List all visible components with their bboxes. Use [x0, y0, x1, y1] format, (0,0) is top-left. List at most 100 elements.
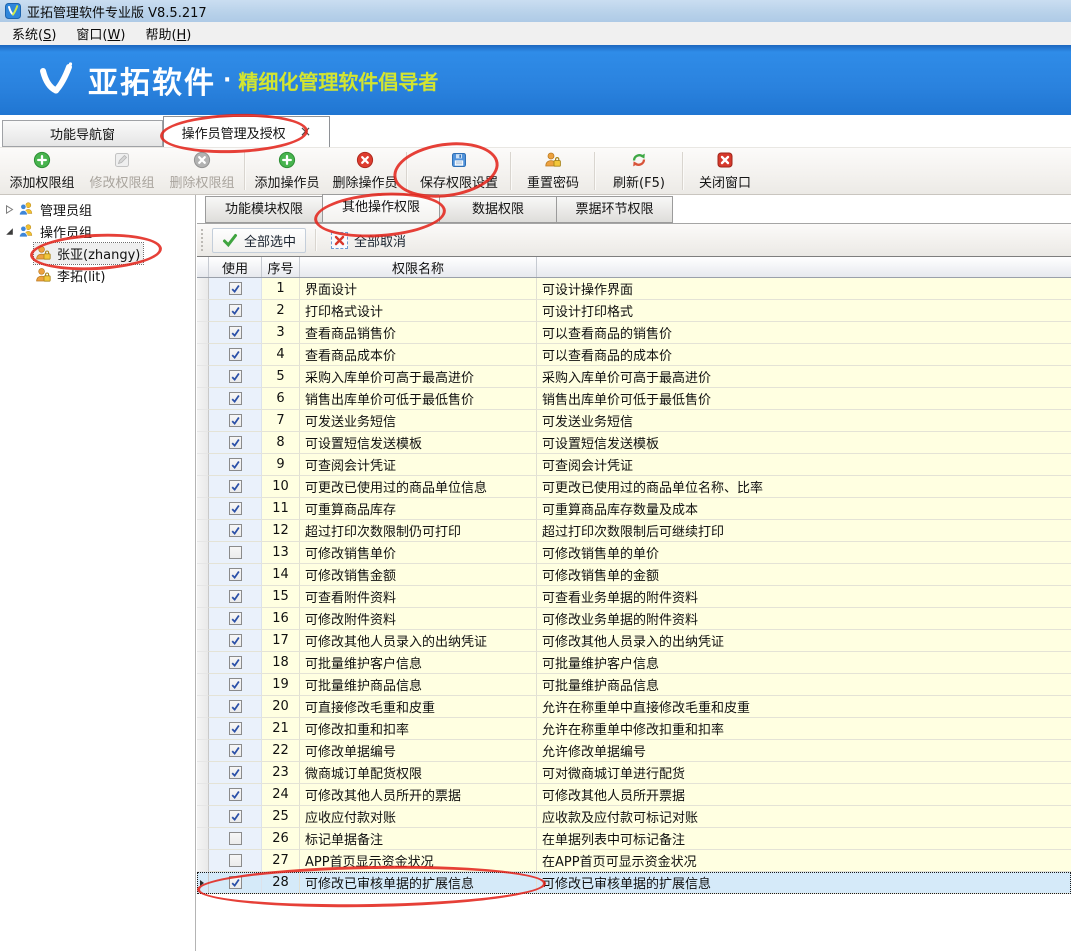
add-permission-group-button[interactable]: 添加权限组	[2, 148, 82, 194]
table-row[interactable]: 28可修改已审核单据的扩展信息可修改已审核单据的扩展信息	[197, 872, 1071, 894]
menu-item[interactable]: 窗口(W)	[66, 22, 135, 45]
table-row[interactable]: 7可发送业务短信可发送业务短信	[197, 410, 1071, 432]
refresh-button[interactable]: 刷新(F5)	[598, 148, 680, 194]
toolbar-button-label: 保存权限设置	[420, 172, 498, 191]
index-cell: 24	[262, 784, 300, 806]
select-all-button[interactable]: 全部选中	[212, 228, 306, 253]
table-row[interactable]: 19可批量维护商品信息可批量维护商品信息	[197, 674, 1071, 696]
tab-operator-management[interactable]: 操作员管理及授权×	[163, 116, 330, 147]
tree-collapsed-icon[interactable]	[0, 205, 18, 214]
table-row[interactable]: 17可修改其他人员录入的出纳凭证可修改其他人员录入的出纳凭证	[197, 630, 1071, 652]
table-row[interactable]: 8可设置短信发送模板可设置短信发送模板	[197, 432, 1071, 454]
table-row[interactable]: 21可修改扣重和扣率允许在称重单中修改扣重和扣率	[197, 718, 1071, 740]
permission-description-cell: 可以查看商品的成本价	[537, 344, 1071, 366]
permission-name-cell: 可修改附件资料	[300, 608, 537, 630]
checkbox-checked[interactable]	[229, 656, 242, 669]
checkbox-checked[interactable]	[229, 788, 242, 801]
row-indicator	[197, 432, 209, 454]
checkbox-unchecked[interactable]	[229, 854, 242, 867]
row-indicator	[197, 344, 209, 366]
checkbox-checked[interactable]	[229, 568, 242, 581]
checkbox-checked[interactable]	[229, 722, 242, 735]
checkbox-checked[interactable]	[229, 766, 242, 779]
group-icon	[18, 201, 36, 217]
checkbox-checked[interactable]	[229, 612, 242, 625]
table-row[interactable]: 4查看商品成本价可以查看商品的成本价	[197, 344, 1071, 366]
close-window-button[interactable]: 关闭窗口	[686, 148, 764, 194]
cancel-all-button[interactable]: 全部取消	[322, 229, 415, 252]
tab-data-permissions[interactable]: 数据权限	[439, 196, 556, 223]
use-cell	[209, 564, 262, 586]
checkbox-checked[interactable]	[229, 392, 242, 405]
toolbar-button-label: 重置密码	[527, 172, 579, 191]
use-cell	[209, 784, 262, 806]
tree-expanded-icon[interactable]	[0, 227, 18, 236]
checkbox-unchecked[interactable]	[229, 546, 242, 559]
table-row[interactable]: 6销售出库单价可低于最低售价销售出库单价可低于最低售价	[197, 388, 1071, 410]
table-row[interactable]: 26标记单据备注在单据列表中可标记备注	[197, 828, 1071, 850]
menu-item[interactable]: 系统(S)	[2, 22, 66, 45]
permission-description-cell: 销售出库单价可低于最低售价	[537, 388, 1071, 410]
table-row[interactable]: 25应收应付款对账应收款及应付款可标记对账	[197, 806, 1071, 828]
delete-red-icon	[356, 151, 374, 169]
reset-password-button[interactable]: 重置密码	[514, 148, 592, 194]
table-row[interactable]: 15可查看附件资料可查看业务单据的附件资料	[197, 586, 1071, 608]
checkbox-checked[interactable]	[229, 282, 242, 295]
checkbox-checked[interactable]	[229, 458, 242, 471]
row-indicator	[197, 410, 209, 432]
delete-operator-button[interactable]: 删除操作员	[326, 148, 404, 194]
table-row[interactable]: 11可重算商品库存可重算商品库存数量及成本	[197, 498, 1071, 520]
add-operator-button[interactable]: 添加操作员	[248, 148, 326, 194]
checkbox-checked[interactable]	[229, 436, 242, 449]
permission-name-cell: 界面设计	[300, 278, 537, 300]
tab-function-nav[interactable]: 功能导航窗	[2, 120, 163, 147]
table-row[interactable]: 23微商城订单配货权限可对微商城订单进行配货	[197, 762, 1071, 784]
tree-node-group-administrators[interactable]: 管理员组	[0, 198, 195, 220]
checkbox-checked[interactable]	[229, 590, 242, 603]
tree-node-group-operators[interactable]: 操作员组	[0, 220, 195, 242]
checkbox-unchecked[interactable]	[229, 832, 242, 845]
checkbox-checked[interactable]	[229, 678, 242, 691]
table-row[interactable]: 14可修改销售金额可修改销售单的金额	[197, 564, 1071, 586]
index-cell: 6	[262, 388, 300, 410]
index-cell: 16	[262, 608, 300, 630]
checkbox-checked[interactable]	[229, 700, 242, 713]
tab-ticket-stage-permissions[interactable]: 票据环节权限	[556, 196, 673, 223]
table-row[interactable]: 13可修改销售单价可修改销售单的单价	[197, 542, 1071, 564]
table-row[interactable]: 5采购入库单价可高于最高进价采购入库单价可高于最高进价	[197, 366, 1071, 388]
table-row[interactable]: 20可直接修改毛重和皮重允许在称重单中直接修改毛重和皮重	[197, 696, 1071, 718]
table-row[interactable]: 27APP首页显示资金状况在APP首页可显示资金状况	[197, 850, 1071, 872]
tree-node-operator-lit[interactable]: 李拓(lit)	[0, 264, 195, 286]
brand-dot: ·	[223, 68, 231, 93]
checkbox-checked[interactable]	[229, 744, 242, 757]
table-row[interactable]: 16可修改附件资料可修改业务单据的附件资料	[197, 608, 1071, 630]
table-row[interactable]: 2打印格式设计可设计打印格式	[197, 300, 1071, 322]
table-row[interactable]: 9可查阅会计凭证可查阅会计凭证	[197, 454, 1071, 476]
index-cell: 9	[262, 454, 300, 476]
table-row[interactable]: 3查看商品销售价可以查看商品的销售价	[197, 322, 1071, 344]
checkbox-checked[interactable]	[229, 810, 242, 823]
save-permission-settings-button[interactable]: 保存权限设置	[410, 148, 508, 194]
tab-function-module-permissions[interactable]: 功能模块权限	[205, 196, 322, 223]
table-row[interactable]: 10可更改已使用过的商品单位信息可更改已使用过的商品单位名称、比率	[197, 476, 1071, 498]
table-row[interactable]: 18可批量维护客户信息可批量维护客户信息	[197, 652, 1071, 674]
table-row[interactable]: 22可修改单据编号允许修改单据编号	[197, 740, 1071, 762]
checkbox-checked[interactable]	[229, 370, 242, 383]
tab-close-icon[interactable]: ×	[300, 125, 312, 139]
checkbox-checked[interactable]	[229, 502, 242, 515]
checkbox-checked[interactable]	[229, 304, 242, 317]
checkbox-checked[interactable]	[229, 524, 242, 537]
table-row[interactable]: 24可修改其他人员所开的票据可修改其他人员所开票据	[197, 784, 1071, 806]
checkbox-checked[interactable]	[229, 634, 242, 647]
checkbox-checked[interactable]	[229, 348, 242, 361]
checkbox-checked[interactable]	[229, 876, 242, 889]
tab-other-operation-permissions[interactable]: 其他操作权限	[322, 194, 439, 223]
table-row[interactable]: 12超过打印次数限制仍可打印超过打印次数限制后可继续打印	[197, 520, 1071, 542]
checkbox-checked[interactable]	[229, 414, 242, 427]
checkbox-checked[interactable]	[229, 326, 242, 339]
modify-permission-group-button: 修改权限组	[82, 148, 162, 194]
table-row[interactable]: 1界面设计可设计操作界面	[197, 278, 1071, 300]
tree-node-operator-zhangy[interactable]: 张亚(zhangy)	[0, 242, 195, 264]
menu-item[interactable]: 帮助(H)	[135, 22, 201, 45]
checkbox-checked[interactable]	[229, 480, 242, 493]
